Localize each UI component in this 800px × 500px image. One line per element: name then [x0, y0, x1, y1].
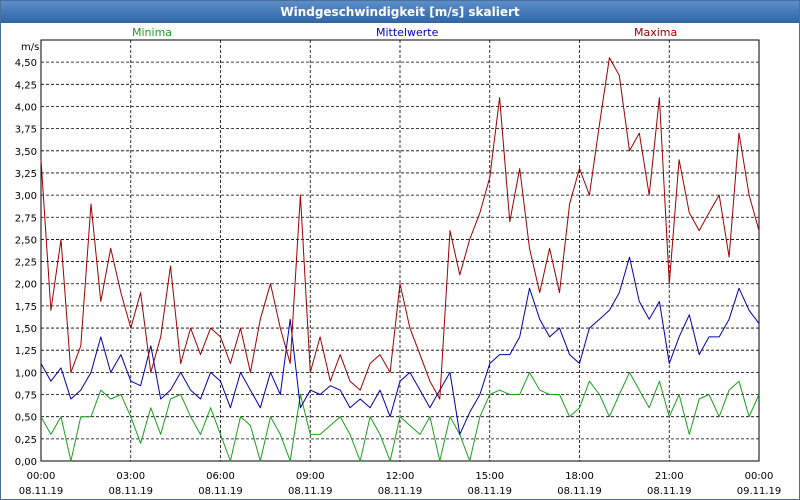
y-tick-label: 2,75	[15, 213, 37, 224]
x-tick-date: 08.11.19	[647, 486, 692, 497]
y-tick-label: 4,00	[15, 102, 37, 113]
y-tick-label: 3,75	[15, 125, 37, 136]
y-tick-label: 0,00	[15, 457, 37, 468]
x-tick-date: 08.11.19	[557, 486, 602, 497]
x-tick-time: 12:00	[386, 471, 415, 482]
chart-plot: m/s 0,00 0,25 0,50 0,75 1,00 1,25 1,50 1,75 2,00 2…	[15, 39, 782, 497]
x-tick-date: 08.11.19	[108, 486, 153, 497]
x-tick-date: 08.11.19	[467, 486, 512, 497]
y-tick-label: 0,25	[15, 435, 37, 446]
y-tick-label: 4,25	[15, 80, 37, 91]
y-tick-label: 1,50	[15, 324, 37, 335]
y-axis-unit: m/s	[21, 42, 39, 53]
x-tick-time: 00:00	[27, 471, 56, 482]
x-tick-date: 08.11.19	[378, 486, 423, 497]
y-tick-label: 4,50	[15, 58, 37, 69]
x-tick-date: 09.11.19	[737, 486, 782, 497]
x-tick-time: 15:00	[475, 471, 504, 482]
x-tick-time: 21:00	[655, 471, 684, 482]
x-tick-time: 03:00	[116, 471, 145, 482]
y-tick-label: 0,75	[15, 391, 37, 402]
y-tick-label: 1,25	[15, 346, 37, 357]
y-tick-label: 0,50	[15, 413, 37, 424]
x-tick-date: 08.11.19	[19, 486, 64, 497]
x-tick-date: 08.11.19	[288, 486, 333, 497]
x-tick-time: 00:00	[745, 471, 774, 482]
y-tick-label: 2,50	[15, 235, 37, 246]
x-tick-time: 09:00	[296, 471, 325, 482]
x-tick-date: 08.11.19	[198, 486, 243, 497]
y-tick-label: 1,00	[15, 368, 37, 379]
y-tick-label: 2,25	[15, 258, 37, 269]
x-tick-time: 06:00	[206, 471, 235, 482]
x-tick-time: 18:00	[565, 471, 594, 482]
y-tick-label: 3,25	[15, 169, 37, 180]
y-tick-label: 1,75	[15, 302, 37, 313]
y-tick-label: 3,00	[15, 191, 37, 202]
y-tick-label: 2,00	[15, 280, 37, 291]
y-tick-label: 3,50	[15, 147, 37, 158]
